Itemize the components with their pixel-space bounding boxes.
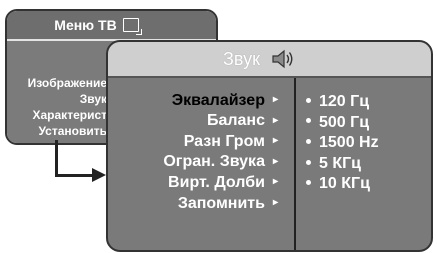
band-label: 500 Гц: [319, 113, 370, 131]
sound-item-equalizer[interactable]: Эквалайзер ▸: [108, 90, 278, 111]
band-label: 120 Гц: [319, 93, 370, 110]
band-label: 10 КГц: [319, 175, 370, 193]
tv-menu-item-sound[interactable]: Звук: [7, 91, 107, 107]
submenu-arrow-icon: ▸: [272, 94, 278, 105]
sound-item-label: Эквалайзер: [171, 91, 265, 109]
bullet-icon: [306, 97, 311, 103]
connector-line-horizontal: [55, 174, 95, 177]
bullet-icon: [306, 180, 311, 186]
speaker-icon: [272, 49, 293, 69]
band-item[interactable]: 10 КГц: [306, 174, 379, 195]
bullet-icon: [306, 118, 311, 124]
tv-menu-item-install[interactable]: Установить: [7, 123, 107, 139]
sound-item-label: Огран. Звука: [163, 153, 265, 171]
column-divider: [294, 78, 296, 250]
tv-menu-item-picture[interactable]: Изображение: [7, 75, 107, 91]
band-item[interactable]: 1500 Hz: [306, 133, 379, 154]
submenu-arrow-icon: ▸: [272, 196, 278, 208]
band-item[interactable]: 500 Гц: [306, 113, 379, 134]
submenu-arrow-icon: ▸: [272, 176, 278, 188]
band-item[interactable]: 5 КГц: [306, 154, 379, 175]
connector-line-vertical: [55, 140, 58, 177]
tv-menu-titlebar: Меню ТВ: [7, 11, 216, 39]
sound-menu-items: Эквалайзер ▸ Баланс ▸ Разн Гром ▸ Огран. Зв…: [108, 90, 278, 214]
submenu-arrow-icon: ▸: [272, 135, 278, 147]
sound-item-balance[interactable]: Баланс ▸: [108, 111, 278, 132]
sound-menu-panel: Звук Эквалайзер ▸ Баланс ▸ Разн Гром ▸ Огра…: [106, 40, 433, 252]
bullet-icon: [306, 159, 311, 165]
band-label: 1500 Hz: [319, 134, 379, 152]
sound-menu-titlebar: Звук: [108, 42, 431, 78]
sound-item-label: Запомнить: [177, 194, 265, 212]
sound-item-sound-limit[interactable]: Огран. Звука ▸: [108, 152, 278, 173]
bullet-icon: [306, 138, 311, 144]
tv-menu-title: Меню ТВ: [54, 17, 117, 33]
band-label: 5 КГц: [319, 154, 362, 172]
sound-menu-title: Звук: [223, 48, 260, 69]
tv-menu-item-features[interactable]: Характерист: [7, 107, 108, 123]
sound-item-label: Баланс: [206, 112, 265, 130]
sound-item-volume-diff[interactable]: Разн Гром ▸: [108, 131, 278, 152]
tv-menu-items: Изображение Звук Характерист Установить: [7, 75, 107, 139]
tv-icon: [122, 18, 142, 35]
submenu-arrow-icon: ▸: [272, 155, 278, 167]
band-item[interactable]: 120 Гц: [306, 92, 379, 113]
submenu-arrow-icon: ▸: [272, 114, 278, 126]
sound-item-store[interactable]: Запомнить ▸: [108, 193, 278, 214]
sound-item-virtual-dolby[interactable]: Вирт. Долби ▸: [108, 172, 278, 193]
connector-arrow-icon: [92, 168, 106, 182]
sound-item-label: Разн Гром: [183, 132, 265, 150]
equalizer-bands: 120 Гц 500 Гц 1500 Hz 5 КГц 10 КГц: [306, 92, 379, 195]
sound-item-label: Вирт. Долби: [168, 173, 265, 191]
